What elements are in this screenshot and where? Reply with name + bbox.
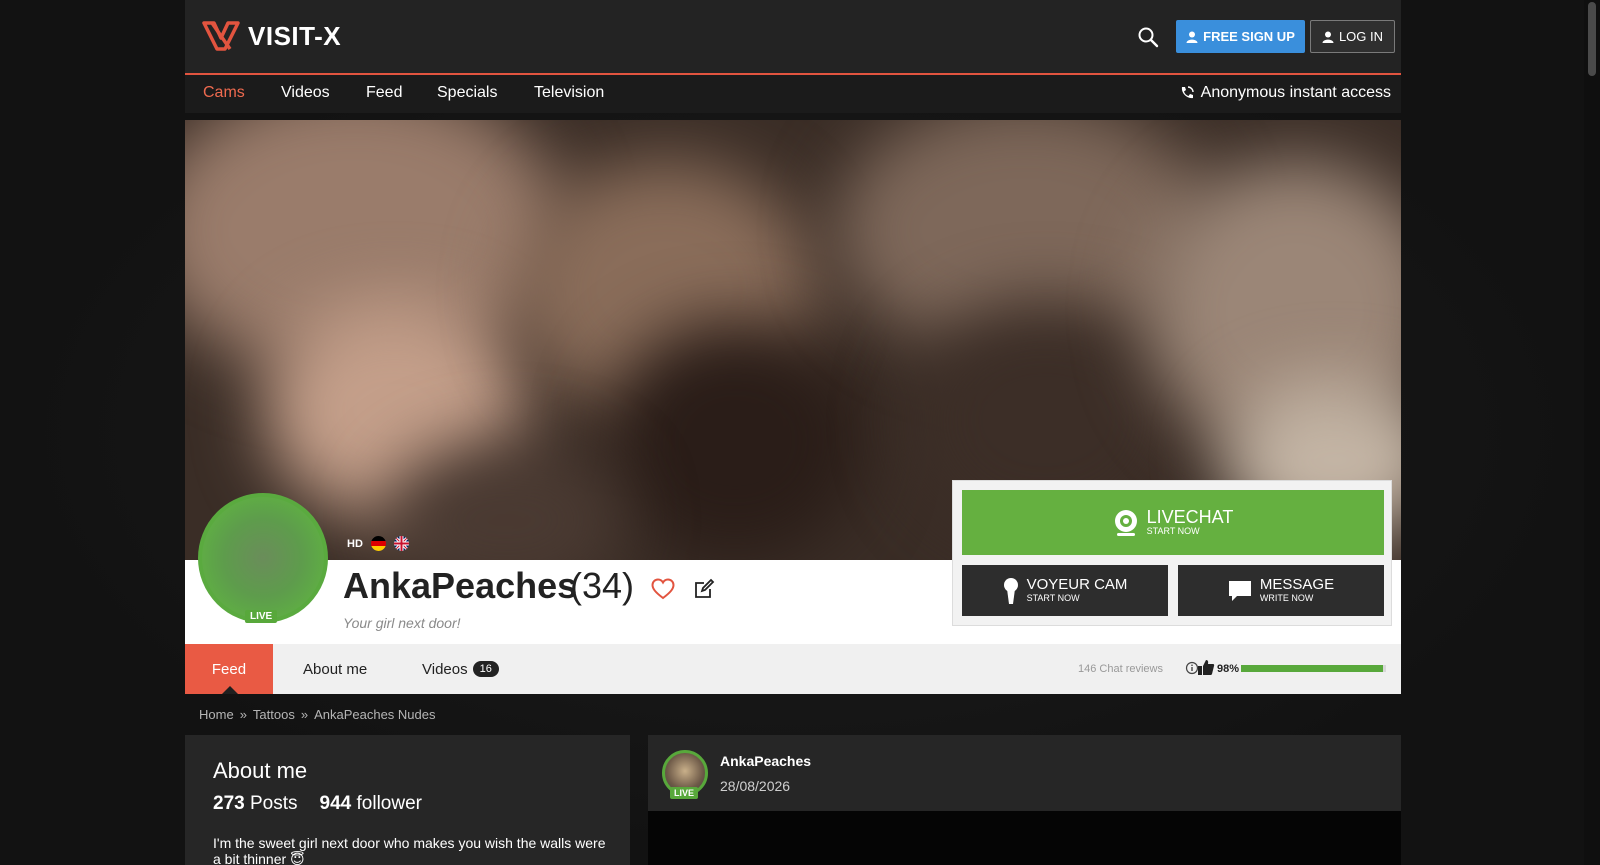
active-tab-caret [222, 686, 238, 694]
rating-bar [1241, 665, 1386, 672]
hd-badge: HD [347, 537, 363, 550]
webcam-icon [1114, 509, 1137, 536]
about-me-title: About me [213, 758, 308, 783]
phone-icon [1181, 86, 1194, 99]
nav-item-specials[interactable]: Specials [437, 84, 497, 102]
profile-avatar[interactable] [198, 493, 328, 623]
profile-tagline: Your girl next door! [343, 615, 461, 631]
post-author-name[interactable]: AnkaPeaches [720, 753, 811, 769]
breadcrumb-current: AnkaPeaches Nudes [314, 707, 436, 722]
livechat-subtitle: START NOW [1146, 526, 1200, 536]
breadcrumb-separator: » [239, 707, 247, 722]
avatar-live-badge: LIVE [245, 610, 278, 623]
post-header: LIVE AnkaPeaches 28/08/2026 [648, 735, 1401, 811]
breadcrumb-home[interactable]: Home [199, 707, 234, 722]
post-live-badge: LIVE [670, 787, 699, 799]
message-button[interactable]: MESSAGE WRITE NOW [1178, 565, 1384, 616]
thumbs-up-icon [1198, 660, 1215, 675]
chat-reviews-count[interactable]: 146 Chat reviews [1078, 663, 1163, 675]
videos-count-badge: 16 [472, 661, 499, 677]
rating-percent: 98% [1217, 663, 1240, 675]
uk-flag-icon [393, 536, 409, 551]
logo[interactable]: VISIT-X [202, 20, 341, 52]
profile-name: AnkaPeaches [343, 565, 578, 606]
logo-mark-icon [202, 21, 240, 51]
livechat-button[interactable]: LIVECHAT START NOW [962, 490, 1384, 555]
voyeur-cam-button[interactable]: VOYEUR CAM START NOW [962, 565, 1168, 616]
livechat-title: LIVECHAT [1146, 507, 1234, 527]
main-nav: Cams Videos Feed Specials Television Ano… [185, 73, 1401, 113]
user-icon [1186, 31, 1198, 43]
follower-label: follower [356, 793, 422, 814]
login-label: LOG IN [1338, 29, 1384, 44]
message-subtitle: WRITE NOW [1259, 593, 1314, 603]
profile-badges: HD [347, 536, 409, 551]
tab-videos-label: Videos [422, 660, 468, 678]
search-icon[interactable] [1135, 24, 1161, 50]
nav-item-feed[interactable]: Feed [366, 84, 402, 102]
message-title: MESSAGE [1259, 576, 1335, 593]
breadcrumb-tattoos[interactable]: Tattoos [253, 707, 295, 722]
german-flag-icon [370, 536, 386, 551]
anonymous-access-link[interactable]: Anonymous instant access [1179, 84, 1391, 102]
rating-bar-fill [1241, 665, 1384, 672]
user-icon [1322, 31, 1334, 43]
top-header: VISIT-X FREE SIGN UP LOG IN [185, 0, 1401, 73]
posts-label: Posts [249, 793, 298, 814]
tab-feed-label: Feed [211, 660, 247, 678]
posts-stat: 273 Posts [213, 793, 298, 815]
about-me-text: I'm the sweet girl next door who makes y… [213, 835, 606, 865]
site-container: VISIT-X FREE SIGN UP LOG IN Cams Videos … [185, 0, 1401, 865]
nav-item-videos[interactable]: Videos [281, 84, 330, 102]
scrollbar-thumb[interactable] [1588, 2, 1596, 76]
posts-count: 273 [213, 793, 245, 814]
nav-item-television[interactable]: Television [534, 84, 604, 102]
voyeur-cam-subtitle: START NOW [1026, 593, 1080, 603]
post-media[interactable] [648, 811, 1401, 865]
tab-about-me[interactable]: About me [303, 644, 367, 694]
follower-count: 944 [319, 793, 352, 814]
free-signup-button[interactable]: FREE SIGN UP [1176, 20, 1305, 53]
breadcrumb-separator: » [300, 707, 309, 722]
follower-stat: 944 follower [320, 793, 422, 815]
logo-text: VISIT-X [248, 20, 342, 51]
profile-stats: 273 Posts 944 follower [213, 793, 422, 815]
profile-age: (34) [570, 565, 635, 606]
about-me-card: About me 273 Posts 944 follower I'm the … [185, 735, 630, 865]
voyeur-cam-title: VOYEUR CAM [1026, 576, 1128, 593]
speech-bubble-icon [1228, 580, 1251, 601]
feed-post: LIVE AnkaPeaches 28/08/2026 [648, 735, 1401, 865]
nav-item-cams[interactable]: Cams [203, 84, 245, 102]
tab-videos[interactable]: Videos 16 [422, 644, 499, 694]
anonymous-access-label: Anonymous instant access [1200, 84, 1391, 101]
chat-actions-panel: LIVECHAT START NOW VOYEUR CAM START NOW … [952, 480, 1392, 626]
breadcrumb: Home » Tattoos » AnkaPeaches Nudes [199, 707, 436, 722]
post-date: 28/08/2026 [720, 778, 791, 794]
tab-about-me-label: About me [303, 660, 368, 678]
edit-note-icon[interactable] [693, 578, 715, 600]
login-button[interactable]: LOG IN [1310, 20, 1395, 53]
keyhole-icon [1003, 577, 1018, 604]
page-scrollbar[interactable] [1584, 0, 1600, 865]
free-signup-label: FREE SIGN UP [1203, 29, 1295, 44]
favorite-heart-icon[interactable] [651, 578, 675, 600]
